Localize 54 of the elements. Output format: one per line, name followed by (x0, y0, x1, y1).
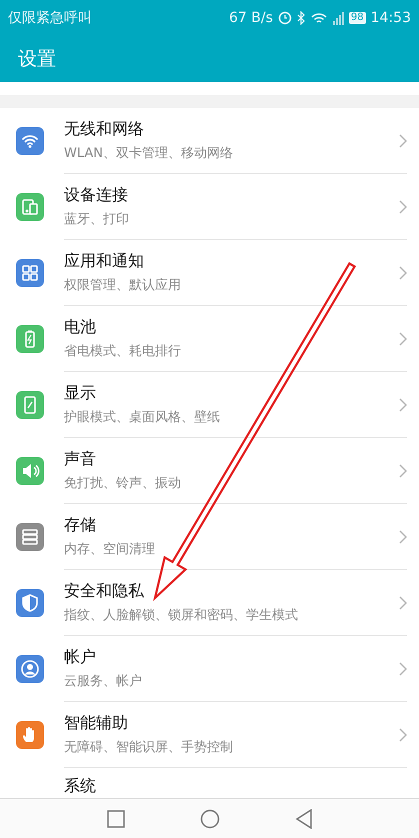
item-title: 显示 (64, 383, 97, 404)
item-title: 智能辅助 (64, 713, 129, 734)
item-subtitle: 内存、空间清理 (64, 541, 156, 558)
chevron-icon (399, 332, 407, 346)
chevron-icon (399, 398, 407, 412)
item-title: 帐户 (64, 647, 97, 668)
chevron-icon (399, 266, 407, 280)
battery-level: 98 (348, 12, 366, 24)
settings-item[interactable]: 帐户 云服务、帐户 (0, 636, 419, 702)
settings-item[interactable]: 设备连接 蓝牙、打印 (0, 174, 419, 240)
settings-item[interactable]: 无线和网络 WLAN、双卡管理、移动网络 (0, 108, 419, 174)
item-subtitle: WLAN、双卡管理、移动网络 (64, 145, 234, 162)
settings-item[interactable]: 智能辅助 无障碍、智能识屏、手势控制 (0, 702, 419, 768)
page-title: 设置 (18, 47, 56, 72)
item-title: 系统 (64, 776, 97, 797)
item-subtitle: 省电模式、耗电排行 (64, 343, 182, 360)
chevron-icon (399, 200, 407, 214)
item-title: 设备连接 (64, 185, 129, 206)
item-subtitle: 权限管理、默认应用 (64, 277, 182, 294)
chevron-icon (399, 530, 407, 544)
item-subtitle: 蓝牙、打印 (64, 211, 130, 228)
chevron-icon (399, 728, 407, 742)
chevron-icon (399, 464, 407, 478)
item-title: 电池 (64, 317, 97, 338)
back-button[interactable] (294, 808, 312, 828)
chevron-icon (399, 134, 407, 148)
alarm-icon (278, 11, 292, 25)
clock: 14:53 (370, 10, 411, 26)
item-subtitle: 云服务、帐户 (64, 673, 143, 690)
item-subtitle: 免打扰、铃声、振动 (64, 475, 182, 492)
settings-item[interactable]: 存储 内存、空间清理 (0, 504, 419, 570)
item-title: 应用和通知 (64, 251, 145, 272)
network-speed: 67 B/s (229, 10, 273, 26)
item-subtitle: 指纹、人脸解锁、锁屏和密码、学生模式 (64, 607, 299, 624)
signal-icon (332, 11, 344, 25)
carrier-text: 仅限紧急呼叫 (8, 9, 93, 27)
item-title: 无线和网络 (64, 119, 145, 140)
item-title: 声音 (64, 449, 97, 470)
home-button[interactable] (200, 808, 220, 828)
chevron-icon (399, 662, 407, 676)
item-subtitle: 护眼模式、桌面风格、壁纸 (64, 409, 221, 426)
settings-item[interactable]: 系统 (0, 768, 419, 798)
settings-item[interactable]: 应用和通知 权限管理、默认应用 (0, 240, 419, 306)
bluetooth-icon (296, 11, 306, 25)
settings-item[interactable]: 显示 护眼模式、桌面风格、壁纸 (0, 372, 419, 438)
item-subtitle: 无障碍、智能识屏、手势控制 (64, 739, 234, 756)
settings-item[interactable]: 电池 省电模式、耗电排行 (0, 306, 419, 372)
recents-button[interactable] (106, 810, 124, 828)
item-title: 存储 (64, 515, 97, 536)
settings-item[interactable]: 安全和隐私 指纹、人脸解锁、锁屏和密码、学生模式 (0, 570, 419, 636)
item-title: 安全和隐私 (64, 581, 145, 602)
settings-item[interactable]: 声音 免打扰、铃声、振动 (0, 438, 419, 504)
chevron-icon (399, 596, 407, 610)
wifi-icon (310, 12, 327, 24)
